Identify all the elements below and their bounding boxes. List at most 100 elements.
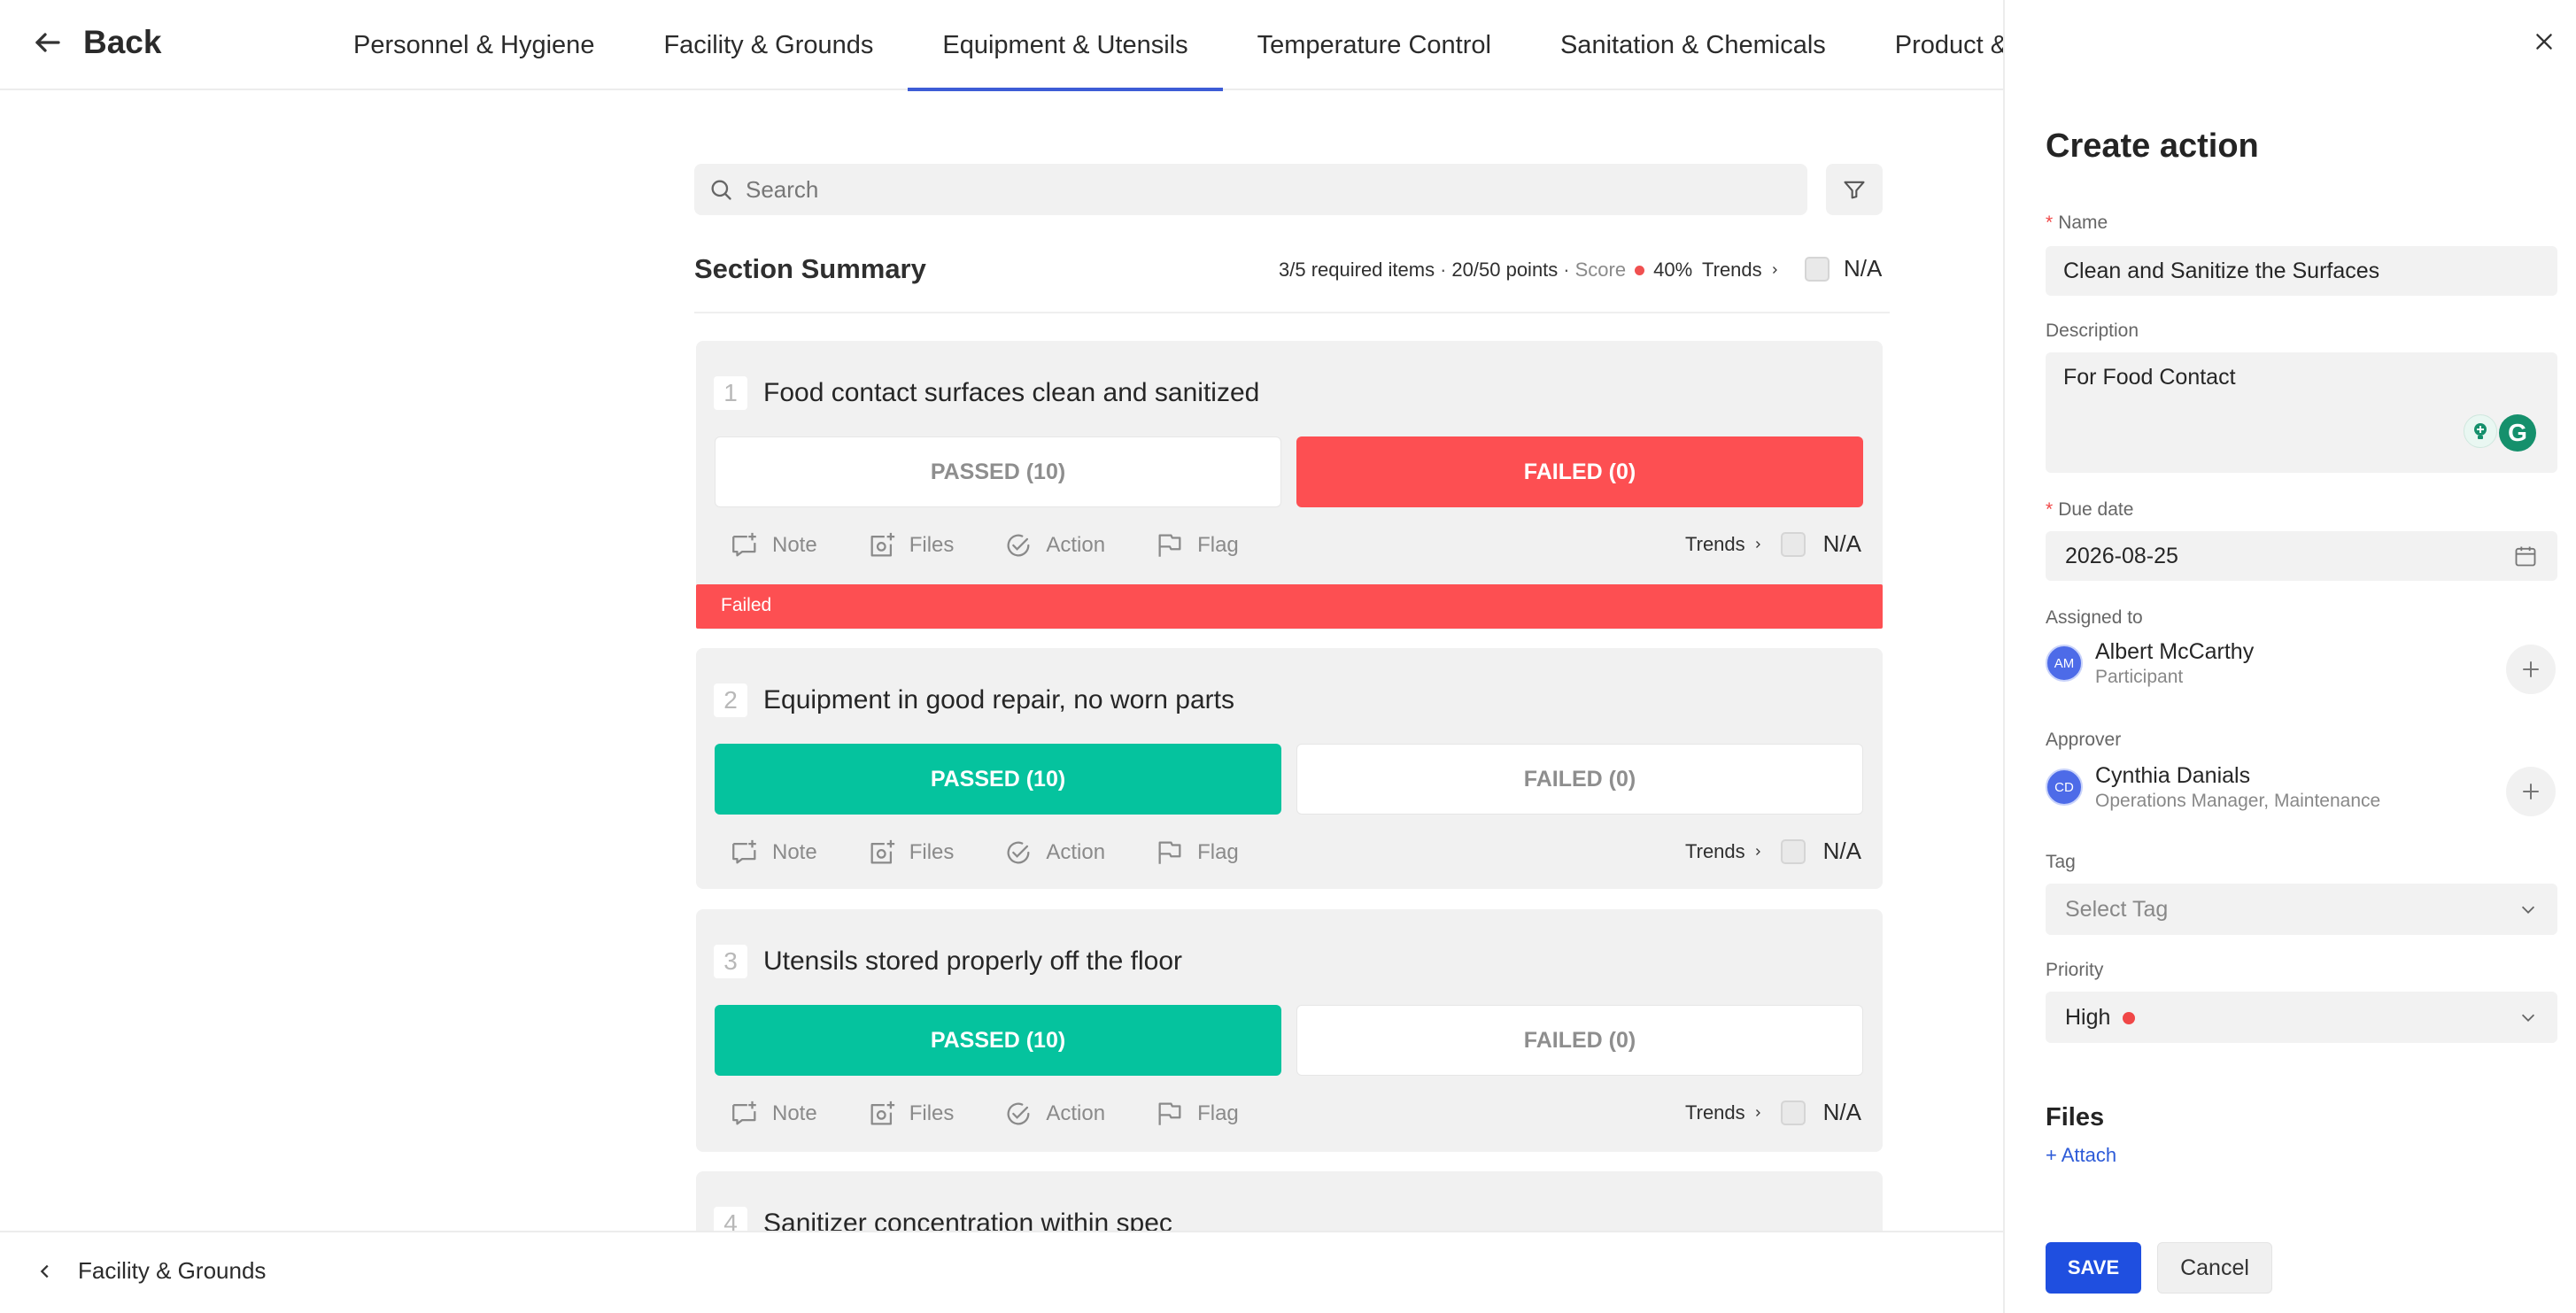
note-button[interactable]: Note <box>730 530 817 560</box>
back-button[interactable]: Back <box>32 18 161 67</box>
tag-select[interactable]: Select Tag <box>2046 884 2557 935</box>
lightbulb-icon <box>2464 414 2497 448</box>
score-label: Score <box>1574 259 1627 281</box>
calendar-icon <box>2515 546 2536 567</box>
chevron-down-icon <box>2521 1014 2535 1022</box>
assignee: AM Albert McCarthy Participant <box>2046 639 2254 688</box>
item-tools: Note Files Action Flag <box>730 530 1239 560</box>
filter-button[interactable] <box>1826 164 1883 215</box>
note-add-icon <box>732 1101 756 1125</box>
failed-button[interactable]: FAILED (0) <box>1296 744 1863 815</box>
trends-label: Trends <box>1702 259 1762 281</box>
required-items: 3/5 required items <box>1279 259 1435 281</box>
item-question: Food contact surfaces clean and sanitize… <box>763 378 1260 407</box>
checklist-item: 3 Utensils stored properly off the floor… <box>696 909 1883 1152</box>
chevron-down-icon <box>2521 906 2535 914</box>
tab-temperature-control[interactable]: Temperature Control <box>1223 0 1526 90</box>
previous-section-link[interactable]: Facility & Grounds <box>35 1257 266 1285</box>
chevron-right-icon <box>1755 847 1760 855</box>
plus-icon <box>2523 661 2539 677</box>
item-trends-link[interactable]: Trends <box>1685 1101 1763 1124</box>
bottom-nav: Facility & Grounds <box>0 1231 2003 1313</box>
files-button[interactable]: Files <box>867 530 954 560</box>
cancel-button[interactable]: Cancel <box>2157 1242 2272 1294</box>
failed-button[interactable]: FAILED (0) <box>1296 436 1863 507</box>
tab-facility-grounds[interactable]: Facility & Grounds <box>629 0 908 90</box>
tab-product[interactable]: Product & Al <box>1860 0 2003 90</box>
save-button[interactable]: SAVE <box>2046 1242 2141 1294</box>
summary-stats: 3/5 required items · 20/50 points · Scor… <box>1279 259 1693 281</box>
flag-icon <box>1158 1102 1181 1125</box>
files-button[interactable]: Files <box>867 838 954 868</box>
tab-personnel-hygiene[interactable]: Personnel & Hygiene <box>319 0 629 90</box>
priority-value: High <box>2065 1005 2111 1030</box>
add-approver-button[interactable] <box>2506 767 2556 816</box>
failed-button[interactable]: FAILED (0) <box>1296 1005 1863 1076</box>
item-na-checkbox[interactable] <box>1780 838 1806 864</box>
image-add-icon <box>870 532 894 557</box>
summary-na-checkbox[interactable] <box>1805 256 1830 282</box>
item-trends-link[interactable]: Trends <box>1685 533 1763 556</box>
note-add-icon <box>732 532 756 557</box>
description-field[interactable]: For Food Contact G <box>2046 352 2557 473</box>
plus-icon <box>2523 784 2539 799</box>
due-date-value: 2026-08-25 <box>2065 544 2178 568</box>
close-button[interactable] <box>2529 27 2559 57</box>
action-button[interactable]: Action <box>1003 530 1105 560</box>
assignee-name: Albert McCarthy <box>2095 639 2255 664</box>
back-label: Back <box>83 24 162 60</box>
passed-button[interactable]: PASSED (10) <box>715 436 1281 507</box>
search-bar <box>694 164 1807 215</box>
due-date-field[interactable]: 2026-08-25 <box>2046 531 2557 581</box>
flag-button[interactable]: Flag <box>1155 1099 1239 1129</box>
failed-banner: Failed <box>696 584 1883 629</box>
flag-button[interactable]: Flag <box>1155 838 1239 868</box>
filter-icon <box>1844 181 1865 199</box>
search-input[interactable] <box>746 175 1764 204</box>
create-action-panel: Create action * Name Clean and Sanitize t… <box>2003 0 2576 1313</box>
tab-equipment-utensils[interactable]: Equipment & Utensils <box>908 0 1223 91</box>
item-question: Equipment in good repair, no worn parts <box>763 685 1234 714</box>
note-add-icon <box>732 839 756 864</box>
note-button[interactable]: Note <box>730 838 817 868</box>
action-button[interactable]: Action <box>1003 838 1105 868</box>
approver-name: Cynthia Danials <box>2095 763 2251 788</box>
item-na-checkbox[interactable] <box>1780 531 1806 557</box>
action-check-icon <box>1007 1102 1030 1125</box>
failed-banner-label: Failed <box>721 595 772 615</box>
action-button[interactable]: Action <box>1003 1099 1105 1129</box>
top-bar: Back Personnel & Hygiene Facility & Grou… <box>0 0 2003 91</box>
flag-icon <box>1158 841 1181 864</box>
name-field[interactable]: Clean and Sanitize the Surfaces <box>2046 246 2557 296</box>
close-icon <box>2536 34 2552 50</box>
grammarly-widget[interactable]: G <box>2464 414 2536 452</box>
item-number: 1 <box>714 376 747 410</box>
action-check-icon <box>1007 841 1030 864</box>
note-button[interactable]: Note <box>730 1099 817 1129</box>
na-label: N/A <box>1822 838 1861 864</box>
flag-button[interactable]: Flag <box>1155 530 1239 560</box>
add-assignee-button[interactable] <box>2506 645 2556 694</box>
item-na-checkbox[interactable] <box>1780 1100 1806 1125</box>
section-summary-title: Section Summary <box>694 253 926 284</box>
files-button[interactable]: Files <box>867 1099 954 1129</box>
image-add-icon <box>870 839 894 864</box>
attach-link[interactable]: + Attach <box>2046 1144 2116 1167</box>
item-question: Utensils stored properly off the floor <box>763 946 1183 976</box>
description-value: For Food Contact <box>2063 365 2236 390</box>
tab-sanitation-chemicals[interactable]: Sanitation & Chemicals <box>1526 0 1860 90</box>
item-trends-link[interactable]: Trends <box>1685 840 1763 863</box>
name-label: Name <box>2058 212 2108 233</box>
summary-trends-link[interactable]: Trends <box>1702 259 1780 282</box>
item-number: 3 <box>714 945 747 978</box>
priority-select[interactable]: High <box>2046 992 2557 1043</box>
summary-na-toggle: N/A <box>1805 255 1882 282</box>
passed-button[interactable]: PASSED (10) <box>715 744 1281 815</box>
priority-label: Priority <box>2046 960 2104 980</box>
assignee-role: Participant <box>2095 667 2184 687</box>
item-tools: Note Files Action Flag <box>730 1099 1239 1129</box>
name-value: Clean and Sanitize the Surfaces <box>2063 259 2380 283</box>
panel-title: Create action <box>2046 127 2259 165</box>
action-check-icon <box>1007 534 1030 557</box>
passed-button[interactable]: PASSED (10) <box>715 1005 1281 1076</box>
